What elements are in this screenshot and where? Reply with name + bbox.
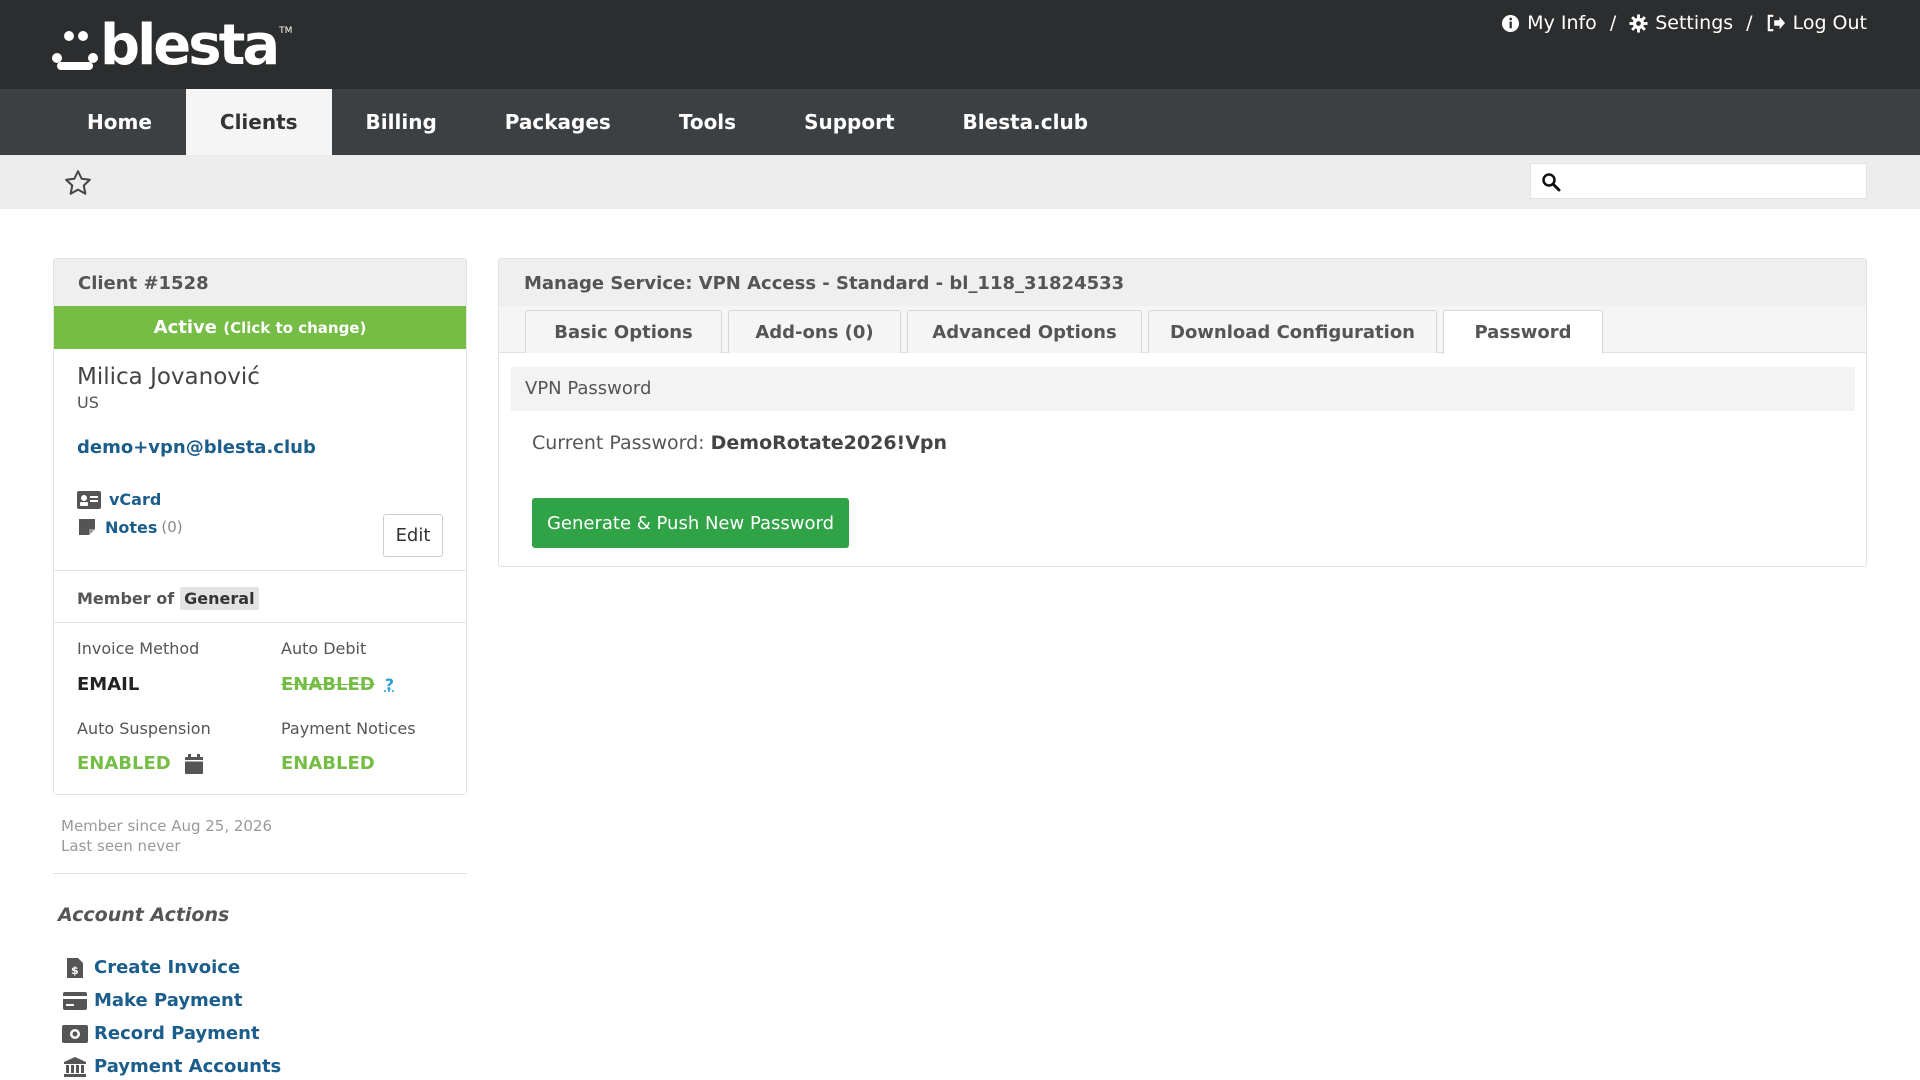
star-icon[interactable]	[63, 168, 93, 198]
sub-toolbar	[0, 155, 1920, 209]
member-since: Member since Aug 25, 2026	[61, 817, 273, 835]
member-of-label: Member of	[77, 589, 175, 608]
calendar-icon[interactable]	[184, 753, 203, 774]
credit-card-icon	[63, 991, 87, 1010]
main-nav: Home Clients Billing Packages Tools Supp…	[0, 89, 1920, 155]
make-payment-label: Make Payment	[94, 990, 243, 1011]
auto-suspension-value: ENABLED	[77, 753, 171, 774]
last-seen: Last seen never	[61, 837, 181, 855]
auto-debit-row: ENABLED ?	[281, 674, 394, 695]
record-payment-label: Record Payment	[94, 1023, 260, 1044]
divider	[54, 570, 466, 571]
tab-password[interactable]: Password	[1443, 310, 1603, 354]
gear-icon	[1629, 13, 1648, 33]
sign-out-icon	[1767, 14, 1785, 32]
top-link-separator: /	[1609, 12, 1617, 34]
tab-advanced-options[interactable]: Advanced Options	[907, 310, 1142, 353]
notes-row: Notes (0)	[77, 517, 183, 537]
client-title: Client #1528	[54, 259, 466, 306]
settings-link[interactable]: Settings	[1629, 12, 1733, 34]
payment-notices-value: ENABLED	[281, 753, 375, 774]
service-title: Manage Service: VPN Access - Standard - …	[499, 259, 1866, 306]
info-icon	[1502, 14, 1520, 32]
my-info-link[interactable]: My Info	[1501, 12, 1597, 34]
invoice-method-label: Invoice Method	[77, 639, 200, 658]
my-info-label: My Info	[1527, 12, 1597, 34]
tab-basic-options[interactable]: Basic Options	[525, 310, 722, 353]
tab-download-configuration[interactable]: Download Configuration	[1148, 310, 1437, 353]
edit-client-button[interactable]: Edit	[383, 514, 443, 557]
auto-debit-help-link[interactable]: ?	[385, 675, 394, 694]
top-link-separator: /	[1746, 12, 1753, 34]
tab-add-ons[interactable]: Add-ons (0)	[728, 310, 901, 353]
invoice-method-value: EMAIL	[77, 674, 140, 695]
make-payment-link[interactable]: Make Payment	[62, 990, 242, 1011]
divider	[53, 873, 467, 874]
vcard-link[interactable]: vCard	[109, 490, 161, 509]
logo-text: blesta	[100, 13, 280, 78]
money-icon	[62, 1024, 88, 1043]
client-email-link[interactable]: demo+vpn@blesta.club	[77, 437, 316, 458]
vpn-password-heading: VPN Password	[511, 367, 1855, 411]
bank-icon	[64, 1056, 86, 1077]
nav-support[interactable]: Support	[770, 89, 928, 155]
search-box[interactable]	[1530, 163, 1867, 199]
search-input[interactable]	[1571, 168, 1856, 194]
client-panel: Client #1528 Active (Click to change) Mi…	[53, 258, 467, 795]
vcard-row: vCard	[77, 490, 161, 509]
current-password-label: Current Password:	[532, 432, 705, 454]
nav-blesta-club[interactable]: Blesta.club	[929, 89, 1123, 155]
status-label: Active	[153, 317, 217, 338]
generate-password-button[interactable]: Generate & Push New Password	[532, 498, 849, 548]
payment-notices-label: Payment Notices	[281, 719, 416, 738]
member-since-block: Member since Aug 25, 2026 Last seen neve…	[61, 816, 272, 856]
service-tabs: Basic Options Add-ons (0) Advanced Optio…	[499, 306, 1866, 354]
client-group-badge: General	[180, 587, 259, 610]
nav-clients[interactable]: Clients	[185, 89, 332, 155]
create-invoice-link[interactable]: $ Create Invoice	[62, 957, 240, 978]
logout-link[interactable]: Log Out	[1766, 12, 1867, 34]
payment-accounts-label: Payment Accounts	[94, 1056, 282, 1077]
search-icon	[1542, 173, 1561, 192]
account-actions-title: Account Actions	[58, 904, 230, 926]
sticky-note-icon	[79, 519, 95, 535]
svg-text:$: $	[71, 964, 79, 977]
top-links: My Info / Settings / Log Out	[1501, 12, 1867, 34]
current-password-row: Current Password: DemoRotate2026!Vpn	[532, 432, 947, 454]
auto-debit-value: ENABLED	[281, 674, 375, 695]
nav-tools[interactable]: Tools	[645, 89, 770, 155]
status-hint: (Click to change)	[223, 319, 367, 337]
payment-accounts-link[interactable]: Payment Accounts	[62, 1056, 281, 1077]
current-password-value: DemoRotate2026!Vpn	[710, 432, 948, 454]
notes-count: (0)	[161, 518, 183, 536]
id-card-icon	[77, 490, 101, 509]
auto-suspension-row: ENABLED	[77, 753, 203, 774]
record-payment-link[interactable]: Record Payment	[62, 1023, 260, 1044]
nav-home[interactable]: Home	[53, 89, 186, 155]
auto-debit-label: Auto Debit	[281, 639, 367, 658]
logo-face-icon	[52, 31, 98, 70]
auto-suspension-label: Auto Suspension	[77, 719, 211, 738]
notes-link[interactable]: Notes	[105, 518, 157, 537]
client-name: Milica Jovanović	[77, 364, 260, 390]
blesta-logo[interactable]: blesta TM	[52, 13, 293, 78]
invoice-icon: $	[67, 957, 83, 978]
settings-label: Settings	[1655, 12, 1734, 34]
member-of-row: Member of General	[77, 587, 259, 610]
nav-packages[interactable]: Packages	[471, 89, 645, 155]
top-header: blesta TM My Info / Settings / Log Out	[0, 0, 1920, 89]
divider	[54, 622, 466, 623]
client-country: US	[77, 393, 99, 412]
manage-service-panel: Manage Service: VPN Access - Standard - …	[498, 258, 1867, 567]
create-invoice-label: Create Invoice	[94, 957, 241, 978]
client-status-toggle[interactable]: Active (Click to change)	[54, 306, 466, 349]
logout-label: Log Out	[1792, 12, 1867, 34]
nav-billing[interactable]: Billing	[332, 89, 471, 155]
logo-tm: TM	[279, 26, 293, 36]
